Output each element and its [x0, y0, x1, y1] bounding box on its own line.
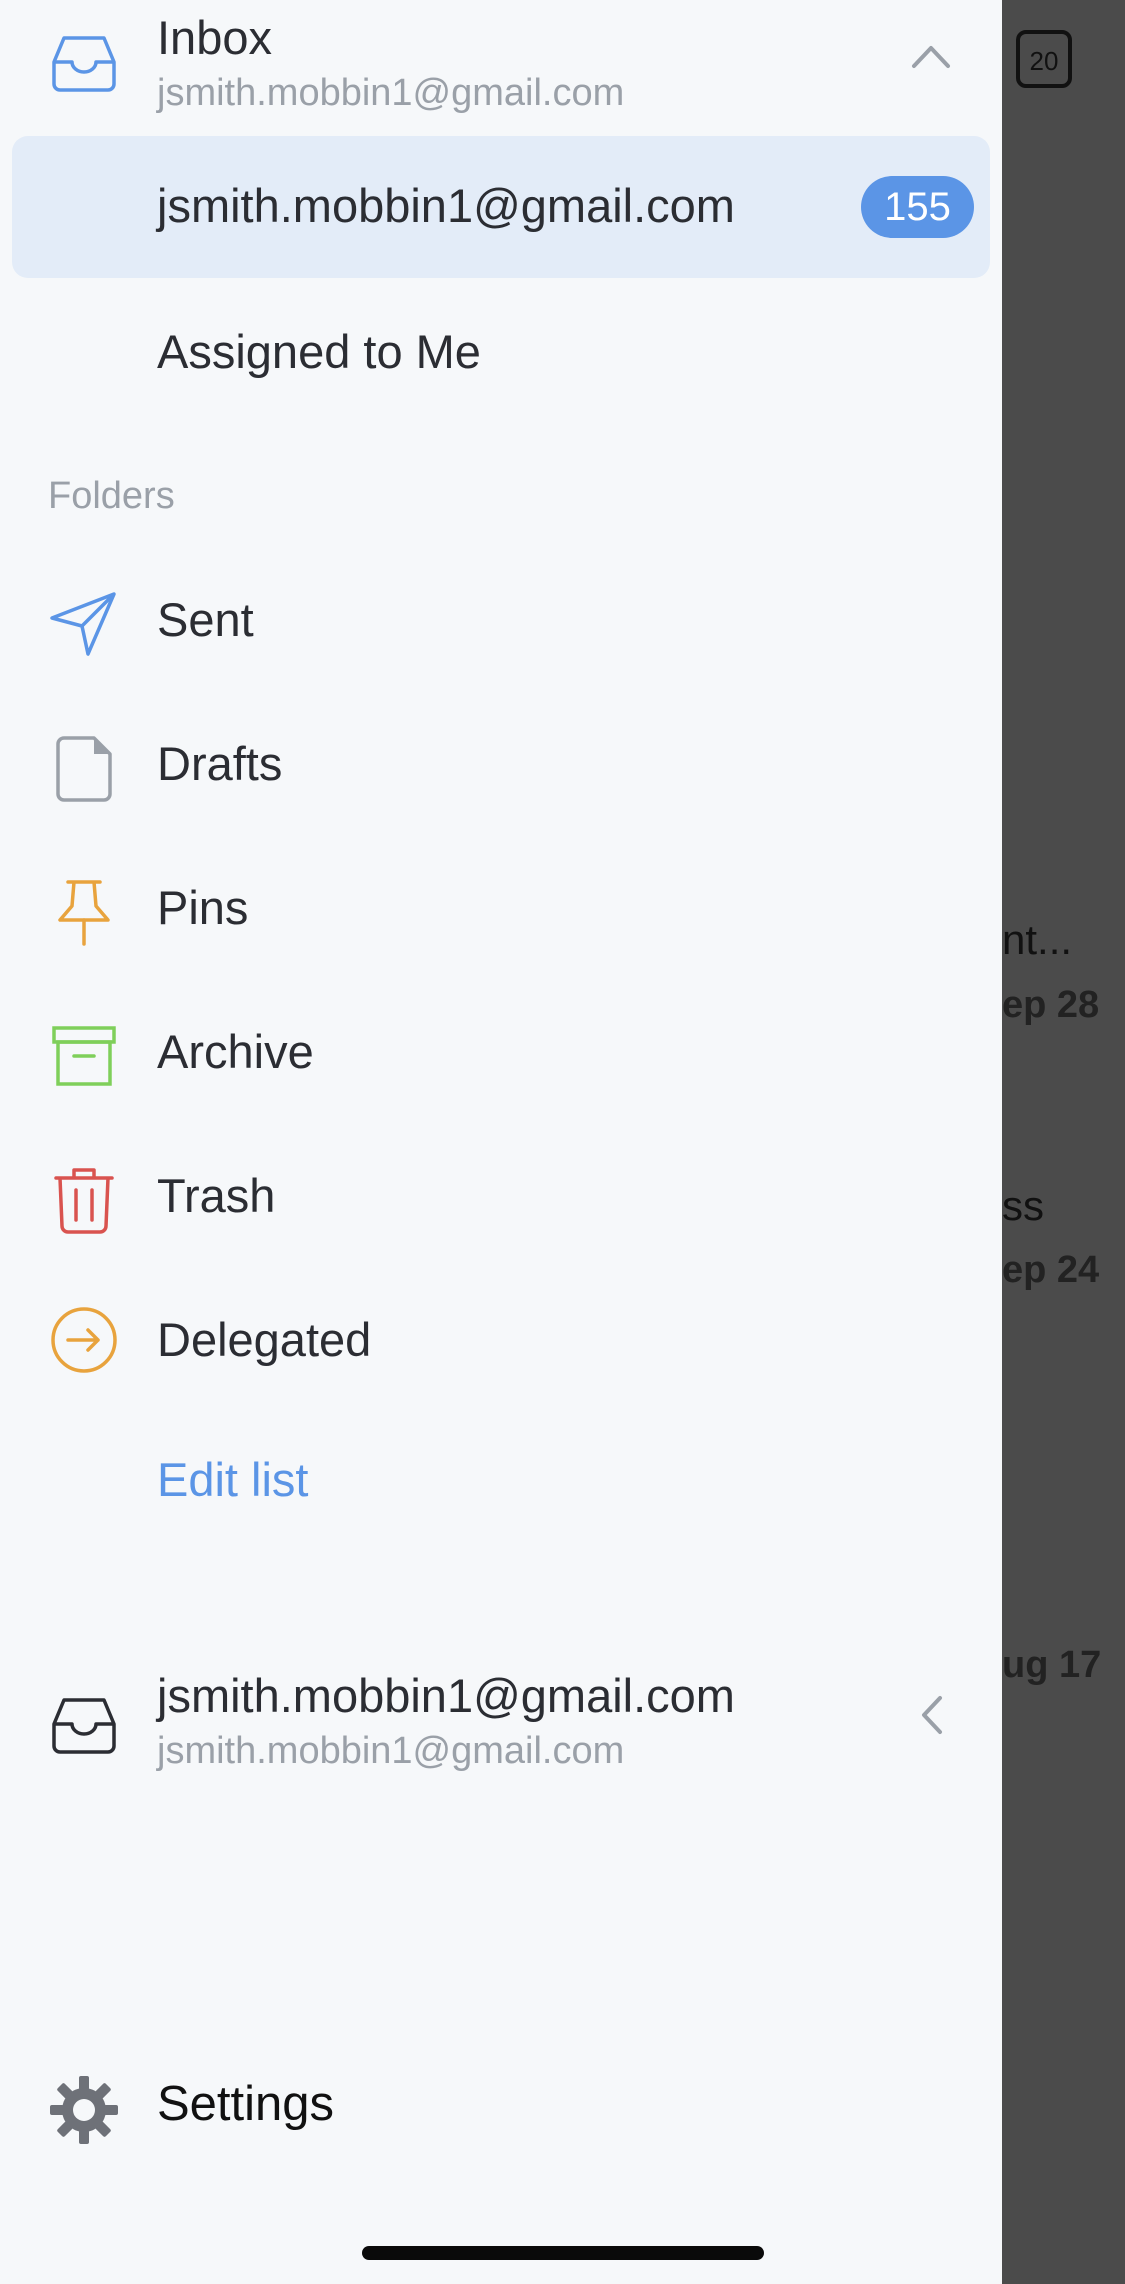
account-title: jsmith.mobbin1@gmail.com — [157, 1669, 735, 1722]
inbox-icon — [48, 26, 120, 98]
folders-header: Folders — [48, 475, 175, 517]
edit-list-link[interactable]: Edit list — [157, 1452, 309, 1507]
pin-icon — [48, 876, 120, 948]
bg-email-snippet: ss — [1002, 1182, 1044, 1229]
inbox-header[interactable]: Inbox jsmith.mobbin1@gmail.com — [0, 0, 1002, 130]
bg-email-date: ug 17 — [1002, 1644, 1102, 1686]
folder-item-pins[interactable]: Pins — [0, 858, 1002, 958]
inbox-icon — [48, 1688, 120, 1760]
bg-email-snippet: nt... — [1002, 916, 1073, 963]
navigation-drawer: Inbox jsmith.mobbin1@gmail.com jsmith.mo… — [0, 0, 1002, 2284]
settings-item[interactable] — [0, 2060, 1002, 2160]
unread-count-badge: 155 — [861, 176, 974, 238]
bg-email-date: ep 28 — [1002, 984, 1100, 1026]
inbox-account-label: jsmith.mobbin1@gmail.com — [157, 179, 735, 232]
archive-icon — [48, 1020, 120, 1092]
bg-email-date: ep 24 — [1002, 1249, 1100, 1291]
settings-label: Settings — [157, 2077, 335, 2131]
trash-icon — [48, 1164, 120, 1236]
folder-label: Sent — [157, 593, 254, 646]
background-app: 20 nt... ep 28 ss ep 24 ug 17 — [1002, 0, 1125, 2284]
calendar-day: 20 — [1029, 46, 1059, 76]
chevron-left-icon[interactable] — [912, 1690, 952, 1740]
folder-label: Delegated — [157, 1313, 372, 1366]
send-icon — [48, 588, 120, 660]
inbox-account: jsmith.mobbin1@gmail.com — [157, 72, 625, 114]
inbox-title: Inbox — [157, 11, 272, 64]
gear-icon — [48, 2074, 120, 2146]
folder-label: Archive — [157, 1025, 314, 1078]
folder-item-sent[interactable]: Sent — [0, 570, 1002, 670]
calendar-icon[interactable]: 20 — [1016, 30, 1072, 88]
home-indicator[interactable] — [362, 2246, 764, 2260]
assigned-to-me-item[interactable]: Assigned to Me — [0, 300, 1002, 400]
folder-label: Drafts — [157, 737, 283, 790]
folder-item-delegated[interactable]: Delegated — [0, 1290, 1002, 1390]
chevron-up-icon[interactable] — [906, 36, 956, 76]
draft-icon — [48, 732, 120, 804]
account-subtitle: jsmith.mobbin1@gmail.com — [157, 1730, 625, 1772]
folder-item-trash[interactable]: Trash — [0, 1146, 1002, 1246]
folder-item-archive[interactable]: Archive — [0, 1002, 1002, 1102]
inbox-account-item[interactable]: jsmith.mobbin1@gmail.com 155 — [12, 136, 990, 278]
folder-item-drafts[interactable]: Drafts — [0, 714, 1002, 814]
delegated-icon — [48, 1304, 120, 1376]
folder-label: Trash — [157, 1169, 276, 1222]
folder-label: Pins — [157, 881, 249, 934]
assigned-to-me-label: Assigned to Me — [157, 325, 481, 378]
